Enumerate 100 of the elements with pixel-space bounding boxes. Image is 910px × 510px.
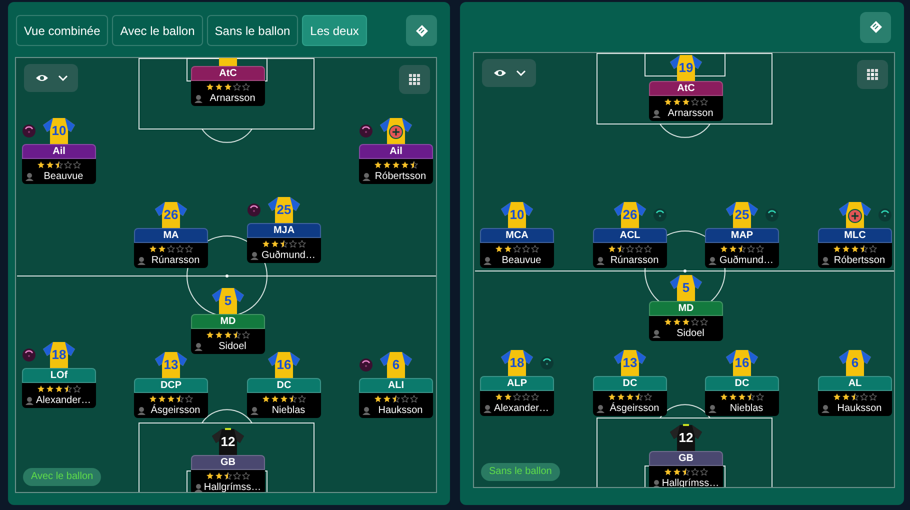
person-icon xyxy=(652,479,661,487)
person-icon xyxy=(194,342,203,351)
jersey-number: 13 xyxy=(622,356,638,372)
phase-label: Avec le ballon xyxy=(23,468,102,486)
phase-label: Sans le ballon xyxy=(481,463,560,481)
player-name: Nieblas xyxy=(728,402,764,414)
player-name: Ásgeirsson xyxy=(608,402,660,414)
jersey-number: 5 xyxy=(224,294,232,310)
person-icon xyxy=(25,396,34,405)
player-name: Nieblas xyxy=(270,404,306,416)
position-label: MA xyxy=(134,228,208,243)
jersey-number: 12 xyxy=(220,435,236,451)
player-name: Róbertsson xyxy=(832,254,886,266)
person-icon xyxy=(25,172,34,181)
person-icon xyxy=(821,404,830,413)
player-name: Arnarsson xyxy=(208,92,256,104)
player-name: Guðmund… xyxy=(260,250,316,262)
view-tab[interactable]: Avec le ballon xyxy=(112,15,203,46)
chevron-down-icon xyxy=(58,75,68,81)
chevron-down-icon xyxy=(516,70,526,76)
position-label: ACL xyxy=(593,228,667,243)
jersey-number: 25 xyxy=(276,203,292,219)
player-name: Beauvue xyxy=(42,170,84,182)
person-icon xyxy=(362,406,371,415)
position-label: AL xyxy=(818,376,892,391)
position-label: ALI xyxy=(359,378,433,393)
position-label: Ail xyxy=(22,144,96,159)
person-icon xyxy=(137,256,146,265)
player-name: Hauksson xyxy=(836,402,883,414)
jersey-number: 6 xyxy=(392,358,400,374)
jersey-number: 12 xyxy=(678,431,694,447)
player-name: Sidoel xyxy=(676,328,706,340)
jersey-number: 10 xyxy=(510,208,524,224)
position-label: GB xyxy=(649,451,723,466)
person-icon xyxy=(652,329,661,338)
position-label: MLC xyxy=(818,228,892,243)
position-label: DC xyxy=(705,376,779,391)
position-label: MJA xyxy=(247,223,321,238)
player-name: Róbertsson xyxy=(374,170,428,182)
player-name: Sidoel xyxy=(218,340,248,352)
person-icon xyxy=(708,404,717,413)
player-name: Alexander… xyxy=(492,402,550,414)
player-name: Hallgrímss… xyxy=(203,482,262,492)
player-name: Arnarsson xyxy=(666,108,714,120)
jersey-number: 5 xyxy=(682,281,690,297)
player-name: Guðmund… xyxy=(718,254,774,266)
position-label: AtC xyxy=(649,81,723,96)
diamond-icon xyxy=(868,20,882,34)
jersey-number: 26 xyxy=(622,208,638,224)
player-name: Hauksson xyxy=(377,404,424,416)
tactics-button[interactable] xyxy=(406,15,437,46)
diamond-icon xyxy=(414,24,428,38)
grid-icon xyxy=(867,69,878,80)
jersey-number: 16 xyxy=(734,356,750,372)
person-icon xyxy=(708,256,717,265)
jersey-number: 18 xyxy=(510,356,524,372)
person-icon xyxy=(596,256,605,265)
jersey-number: 18 xyxy=(52,348,66,364)
visibility-dropdown[interactable] xyxy=(24,64,78,92)
person-icon xyxy=(483,404,492,413)
person-icon xyxy=(483,256,492,265)
player-name: Alexander… xyxy=(34,394,92,406)
visibility-dropdown[interactable] xyxy=(482,59,536,87)
tactics-button[interactable] xyxy=(860,12,891,42)
player-name: Beauvue xyxy=(500,254,542,266)
view-tab[interactable]: Les deux xyxy=(302,15,367,46)
grid-icon xyxy=(409,74,420,85)
person-icon xyxy=(821,256,830,265)
person-icon xyxy=(250,251,259,260)
jersey-number: 19 xyxy=(678,61,694,77)
jersey-number: 6 xyxy=(851,356,859,372)
position-label: MD xyxy=(649,301,723,316)
person-icon xyxy=(652,109,661,118)
layout-button[interactable] xyxy=(399,65,430,94)
position-label: GB xyxy=(191,455,265,470)
jersey-number: 25 xyxy=(734,208,750,224)
position-label: LOf xyxy=(22,368,96,383)
position-label: DCP xyxy=(134,378,208,393)
person-icon xyxy=(596,404,605,413)
view-tab[interactable]: Vue combinée xyxy=(16,15,108,46)
jersey-number: 10 xyxy=(52,124,66,140)
view-tab[interactable]: Sans le ballon xyxy=(206,15,298,46)
person-icon xyxy=(194,483,203,492)
player-name: Rúnarsson xyxy=(150,254,201,266)
eye-icon xyxy=(34,73,48,83)
jersey-number: 13 xyxy=(164,358,178,374)
person-icon xyxy=(194,94,203,103)
player-name: Ásgeirsson xyxy=(150,404,202,416)
position-label: MCA xyxy=(480,228,554,243)
position-label: MD xyxy=(191,314,265,329)
position-label: AtC xyxy=(191,66,265,81)
jersey-number: 16 xyxy=(276,358,292,374)
position-label: ALP xyxy=(480,376,554,391)
eye-icon xyxy=(492,68,506,78)
layout-button[interactable] xyxy=(857,60,888,89)
person-icon xyxy=(362,172,371,181)
position-label: Ail xyxy=(359,144,433,159)
person-icon xyxy=(250,406,259,415)
person-icon xyxy=(137,406,146,415)
position-label: MAP xyxy=(705,228,779,243)
